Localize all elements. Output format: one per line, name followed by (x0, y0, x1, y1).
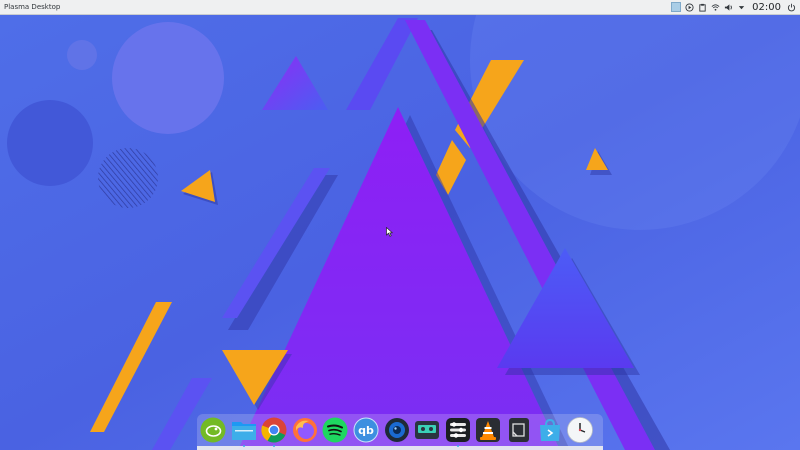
desktop-wallpaper (0, 15, 800, 450)
clock-icon[interactable] (567, 416, 594, 444)
network-wifi-icon[interactable] (711, 3, 720, 12)
power-icon[interactable] (787, 3, 796, 12)
active-window-title: Plasma Desktop (4, 3, 61, 11)
media-player-icon[interactable] (685, 2, 694, 12)
file-manager-icon[interactable] (231, 416, 257, 447)
opensuse-icon[interactable] (200, 416, 226, 444)
running-indicator (456, 445, 459, 447)
running-indicator (242, 445, 245, 447)
discover-store-icon[interactable] (537, 416, 563, 444)
notes-icon[interactable] (506, 416, 532, 444)
qbittorrent-icon[interactable]: qb (353, 416, 379, 444)
dock-items: qb (200, 416, 594, 447)
clipboard-icon[interactable] (698, 3, 707, 12)
top-panel: Plasma Desktop 02:00 (0, 0, 800, 15)
expand-tray-icon[interactable] (737, 3, 746, 12)
volume-icon[interactable] (724, 3, 733, 12)
firefox-icon[interactable] (292, 416, 318, 444)
dock-base (197, 446, 603, 450)
spotify-icon[interactable] (322, 416, 348, 444)
webcam-icon[interactable] (384, 416, 410, 444)
clock[interactable]: 02:00 (750, 2, 783, 13)
chrome-icon[interactable] (261, 416, 287, 447)
system-tray: 02:00 (671, 0, 800, 15)
vlc-icon[interactable] (475, 416, 501, 444)
virtual-desktop-pager-icon[interactable] (671, 2, 682, 12)
mixer-icon[interactable] (445, 416, 471, 447)
svg-text:qb: qb (358, 424, 374, 437)
mouse-cursor (386, 227, 393, 237)
media-icon[interactable] (414, 416, 440, 444)
